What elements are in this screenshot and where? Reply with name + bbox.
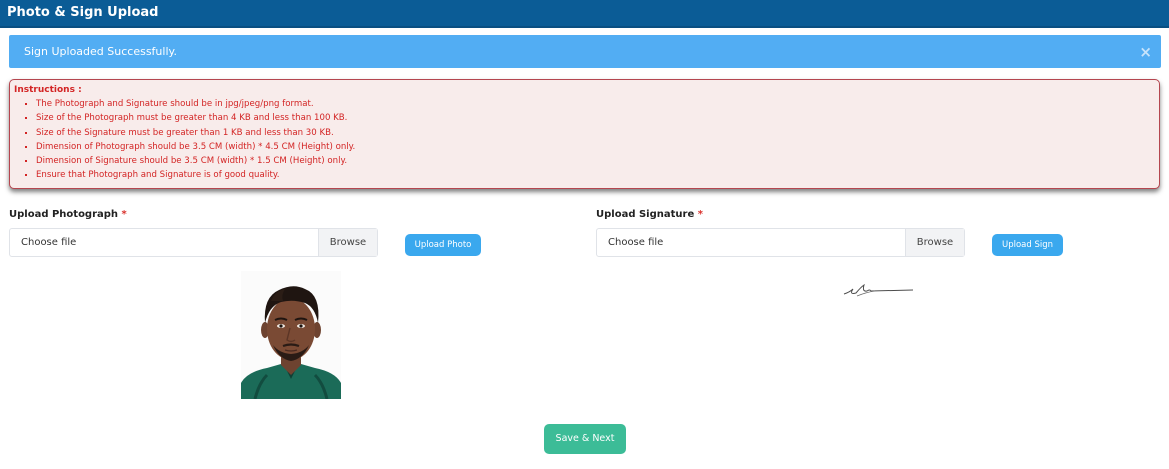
instructions-list: The Photograph and Signature should be i… bbox=[14, 97, 1159, 183]
upload-photograph-label: Upload Photograph * bbox=[9, 209, 127, 220]
signature-image bbox=[843, 283, 914, 297]
instruction-item: Size of the Signature must be greater th… bbox=[36, 126, 1159, 140]
close-icon[interactable]: × bbox=[1139, 35, 1152, 70]
instruction-item: The Photograph and Signature should be i… bbox=[36, 97, 1159, 111]
signature-preview bbox=[843, 283, 915, 299]
photo-file-input[interactable]: Choose file Browse bbox=[9, 228, 378, 257]
alert-message: Sign Uploaded Successfully. bbox=[24, 45, 177, 58]
upload-photo-button[interactable]: Upload Photo bbox=[405, 234, 481, 256]
sign-file-input[interactable]: Choose file Browse bbox=[596, 228, 965, 257]
instructions-title: Instructions : bbox=[14, 85, 82, 95]
upload-signature-label: Upload Signature * bbox=[596, 209, 703, 220]
sign-browse-button[interactable]: Browse bbox=[905, 229, 964, 256]
sign-file-text[interactable]: Choose file bbox=[597, 229, 905, 256]
person-photo-image bbox=[241, 271, 341, 399]
instruction-item: Dimension of Photograph should be 3.5 CM… bbox=[36, 140, 1159, 154]
page-header: Photo & Sign Upload bbox=[0, 0, 1169, 28]
required-mark: * bbox=[121, 209, 127, 220]
save-next-button[interactable]: Save & Next bbox=[544, 424, 626, 454]
photo-file-text[interactable]: Choose file bbox=[10, 229, 318, 256]
upload-signature-label-text: Upload Signature bbox=[596, 209, 695, 220]
instruction-item: Size of the Photograph must be greater t… bbox=[36, 111, 1159, 125]
page-title: Photo & Sign Upload bbox=[7, 5, 159, 20]
photo-preview bbox=[241, 271, 341, 399]
upload-photograph-label-text: Upload Photograph bbox=[9, 209, 119, 220]
instruction-item: Dimension of Signature should be 3.5 CM … bbox=[36, 154, 1159, 168]
upload-sign-button[interactable]: Upload Sign bbox=[992, 234, 1063, 256]
required-mark: * bbox=[697, 209, 703, 220]
instruction-item: Ensure that Photograph and Signature is … bbox=[36, 168, 1159, 182]
photo-browse-button[interactable]: Browse bbox=[318, 229, 377, 256]
instructions-panel: Instructions : The Photograph and Signat… bbox=[9, 79, 1160, 189]
success-alert: Sign Uploaded Successfully. × bbox=[9, 35, 1161, 68]
